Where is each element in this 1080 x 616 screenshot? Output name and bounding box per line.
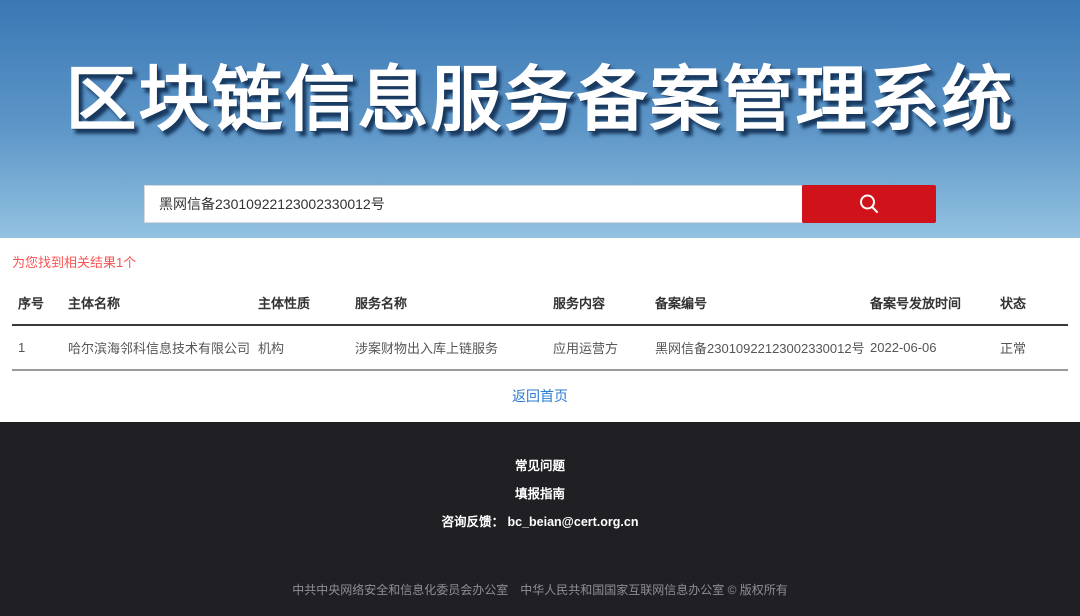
footer: 常见问题 填报指南 咨询反馈： bc_beian@cert.org.cn 中共中…	[0, 422, 1080, 616]
back-row: 返回首页	[12, 371, 1068, 422]
copyright-text: 中共中央网络安全和信息化委员会办公室 中华人民共和国国家互联网信息办公室 © 版…	[0, 581, 1080, 598]
search-icon	[856, 191, 882, 217]
cell-issue-date: 2022-06-06	[864, 325, 994, 370]
search-button[interactable]	[802, 185, 936, 223]
results-table: 序号 主体名称 主体性质 服务名称 服务内容 备案编号 备案号发放时间 状态 1…	[12, 283, 1068, 371]
footer-link-faq[interactable]: 常见问题	[0, 455, 1080, 474]
feedback-label: 咨询反馈：	[442, 515, 505, 529]
cell-index: 1	[12, 325, 62, 370]
feedback-email-link[interactable]: bc_beian@cert.org.cn	[508, 515, 639, 529]
cell-entity-name: 哈尔滨海邻科信息技术有限公司	[62, 325, 252, 370]
cell-status: 正常	[994, 325, 1068, 370]
table-row: 1 哈尔滨海邻科信息技术有限公司 机构 涉案财物出入库上链服务 应用运营方 黑网…	[12, 325, 1068, 370]
col-header-status: 状态	[994, 283, 1068, 325]
col-header-index: 序号	[12, 283, 62, 325]
back-home-link[interactable]: 返回首页	[512, 388, 568, 404]
col-header-entity-type: 主体性质	[252, 283, 349, 325]
col-header-entity-name: 主体名称	[62, 283, 252, 325]
results-summary: 为您找到相关结果1个	[12, 238, 1068, 283]
cell-filing-number: 黑网信备23010922123002330012号	[649, 325, 864, 370]
col-header-service-name: 服务名称	[349, 283, 547, 325]
cell-service-content: 应用运营方	[547, 325, 649, 370]
cell-entity-type: 机构	[252, 325, 349, 370]
col-header-filing-number: 备案编号	[649, 283, 864, 325]
feedback-line: 咨询反馈： bc_beian@cert.org.cn	[0, 511, 1080, 530]
page-title: 区块链信息服务备案管理系统	[0, 0, 1080, 139]
col-header-service-content: 服务内容	[547, 283, 649, 325]
search-input[interactable]	[144, 185, 802, 223]
footer-link-guide[interactable]: 填报指南	[0, 483, 1080, 502]
cell-service-name: 涉案财物出入库上链服务	[349, 325, 547, 370]
col-header-issue-date: 备案号发放时间	[864, 283, 994, 325]
search-bar	[144, 185, 936, 223]
hero-banner: 区块链信息服务备案管理系统	[0, 0, 1080, 238]
table-header-row: 序号 主体名称 主体性质 服务名称 服务内容 备案编号 备案号发放时间 状态	[12, 283, 1068, 325]
results-section: 为您找到相关结果1个 序号 主体名称 主体性质 服务名称 服务内容 备案编号 备…	[0, 238, 1080, 422]
